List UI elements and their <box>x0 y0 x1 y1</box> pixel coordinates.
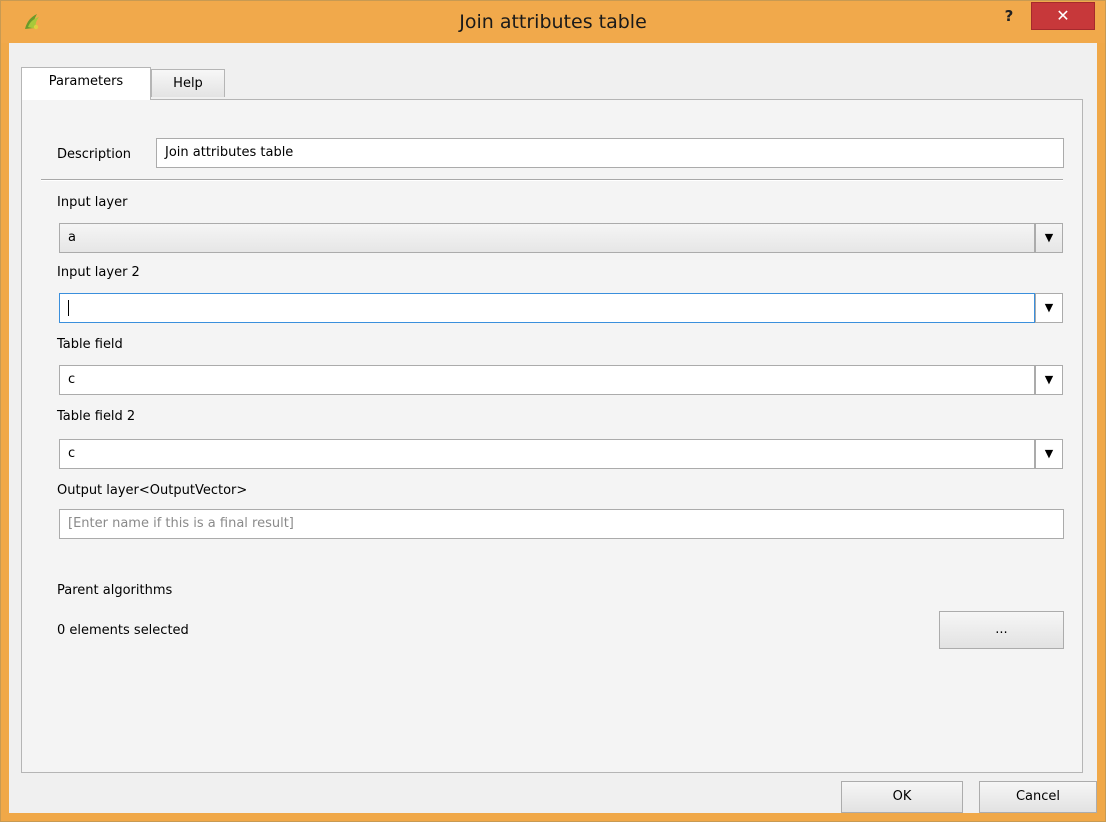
title-bar[interactable]: Join attributes table ? ✕ <box>1 1 1105 43</box>
chevron-down-icon[interactable]: ▼ <box>1035 223 1063 253</box>
input-layer-label: Input layer <box>57 195 128 210</box>
text-caret <box>68 299 69 316</box>
chevron-down-icon[interactable]: ▼ <box>1035 365 1063 395</box>
ok-button[interactable]: OK <box>841 781 963 813</box>
close-icon: ✕ <box>1056 6 1070 25</box>
input-layer-2-combo[interactable] <box>59 293 1035 323</box>
cancel-button[interactable]: Cancel <box>979 781 1097 813</box>
tab-label: Parameters <box>48 74 124 89</box>
table-field-label: Table field <box>57 337 123 352</box>
parameters-panel <box>21 99 1083 773</box>
output-layer-input[interactable]: [Enter name if this is a final result] <box>59 509 1064 539</box>
separator <box>41 179 1063 181</box>
parent-algorithms-label: Parent algorithms <box>57 583 173 598</box>
table-field-2-combo[interactable]: c <box>59 439 1035 469</box>
tab-parameters[interactable]: Parameters <box>21 67 151 100</box>
description-input[interactable]: Join attributes table <box>156 138 1064 168</box>
dialog-body: Parameters Help Description Join attribu… <box>9 43 1097 813</box>
input-layer-combo[interactable]: a <box>59 223 1035 253</box>
tab-label: Help <box>173 76 203 91</box>
input-layer-2-label: Input layer 2 <box>57 265 140 280</box>
table-field-2-label: Table field 2 <box>57 409 136 424</box>
output-layer-label: Output layer<OutputVector> <box>57 483 248 498</box>
table-field-combo[interactable]: c <box>59 365 1035 395</box>
description-label: Description <box>57 147 132 162</box>
select-parent-algorithms-button[interactable]: ... <box>939 611 1064 649</box>
dialog-window: Join attributes table ? ✕ Parameters Hel… <box>0 0 1106 822</box>
help-button[interactable]: ? <box>993 3 1025 29</box>
chevron-down-icon[interactable]: ▼ <box>1035 293 1063 323</box>
window-title: Join attributes table <box>459 11 647 33</box>
chevron-down-icon[interactable]: ▼ <box>1035 439 1063 469</box>
close-button[interactable]: ✕ <box>1031 2 1095 30</box>
tab-help[interactable]: Help <box>151 69 225 97</box>
selection-status: 0 elements selected <box>57 623 189 638</box>
